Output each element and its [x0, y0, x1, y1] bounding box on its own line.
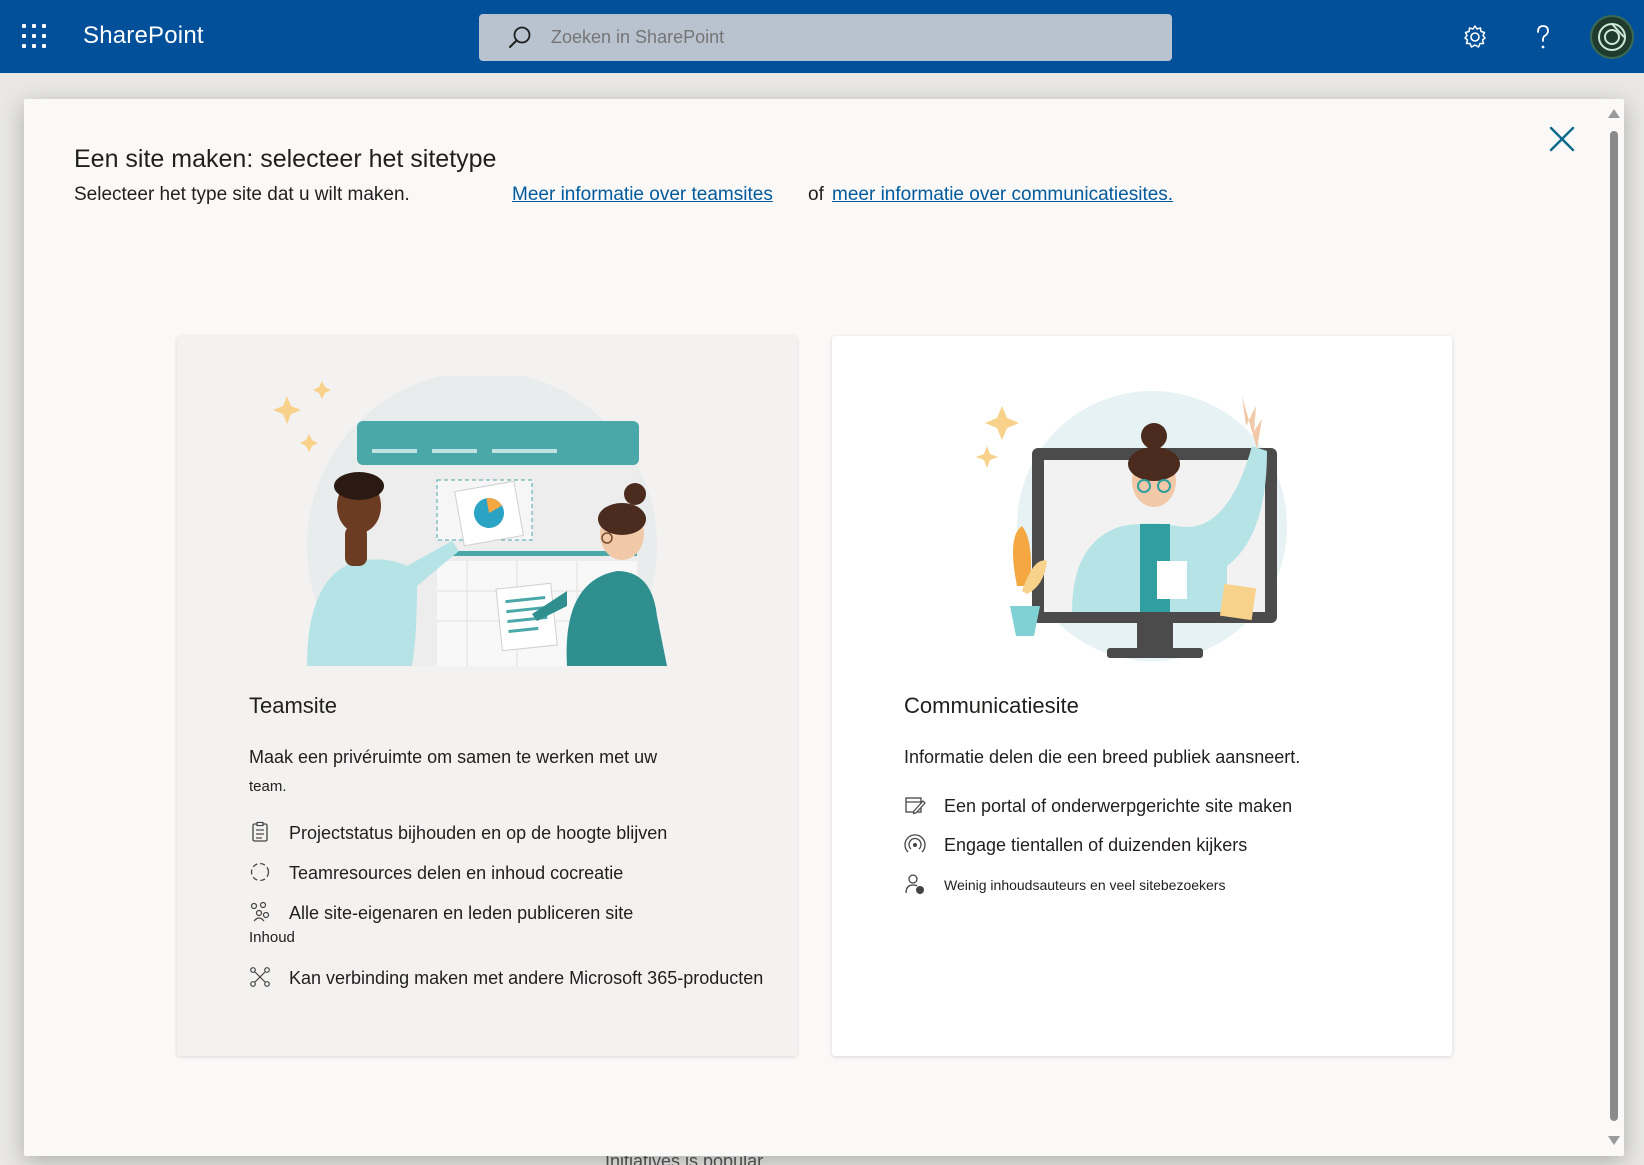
team-feature-text: Kan verbinding maken met andere Microsof…: [289, 968, 764, 988]
dialog-scrollbar[interactable]: [1607, 107, 1621, 1147]
team-site-card[interactable]: Teamsite Maak een privéruimte om samen t…: [177, 336, 797, 1056]
brand-name[interactable]: SharePoint: [83, 22, 204, 50]
avatar-logo-icon: [1598, 23, 1626, 51]
team-site-title: Teamsite: [249, 693, 338, 718]
team-site-description: Maak een privéruimte om samen te werken …: [249, 743, 709, 801]
communication-site-card[interactable]: Communicatiesite Informatie delen die ee…: [832, 336, 1452, 1056]
circular-arrows-icon: [250, 862, 270, 882]
create-site-dialog: Een site maken: selecteer het sitetype S…: [24, 99, 1624, 1156]
communication-site-title: Communicatiesite: [904, 693, 1079, 718]
team-site-desc-line1: Maak een privéruimte om samen te werken …: [249, 747, 658, 767]
edit-page-icon: [905, 797, 926, 815]
scroll-down-icon[interactable]: [1608, 1136, 1620, 1145]
comm-feature-item: Engage tientallen of duizenden kijkers: [904, 833, 1247, 857]
team-site-illustration: [273, 376, 667, 666]
comm-feature-text: Weinig inhoudsauteurs en veel sitebezoek…: [944, 877, 1226, 893]
people-group-icon: [250, 901, 270, 922]
link-separator: of: [808, 184, 824, 205]
app-launcher-icon[interactable]: [22, 24, 46, 48]
comm-feature-item: Een portal of onderwerpgerichte site mak…: [904, 794, 1292, 818]
team-feature-text: Alle site-eigenaren en leden publiceren …: [289, 903, 634, 923]
team-feature-item: Teamresources delen en inhoud cocreatie: [249, 861, 623, 885]
help-icon[interactable]: [1528, 22, 1558, 52]
team-feature-item: Projectstatus bijhouden en op de hoogte …: [249, 821, 667, 845]
team-feature-wrap-text: Inhoud: [249, 929, 295, 946]
person-view-icon: [905, 874, 924, 894]
team-site-desc-line2: team.: [249, 778, 287, 795]
close-icon[interactable]: [1546, 123, 1578, 155]
team-feature-item: Alle site-eigenaren en leden publiceren …: [249, 901, 634, 946]
communication-site-illustration: [976, 391, 1287, 661]
network-nodes-icon: [250, 967, 270, 987]
suite-bar: SharePoint: [0, 0, 1644, 73]
comm-feature-text: Engage tientallen of duizenden kijkers: [944, 835, 1248, 855]
gear-icon[interactable]: [1460, 22, 1490, 52]
team-feature-item: Kan verbinding maken met andere Microsof…: [249, 966, 763, 990]
team-sites-info-link[interactable]: Meer informatie over teamsites: [512, 184, 773, 206]
search-icon: [509, 26, 531, 48]
dialog-title: Een site maken: selecteer het sitetype: [74, 145, 497, 173]
avatar[interactable]: [1590, 15, 1634, 59]
communication-sites-info-link[interactable]: meer informatie over communicatiesites.: [832, 184, 1173, 206]
team-feature-text: Projectstatus bijhouden en op de hoogte …: [289, 823, 668, 843]
team-feature-text: Teamresources delen en inhoud cocreatie: [289, 863, 624, 883]
comm-feature-item: Weinig inhoudsauteurs en veel sitebezoek…: [904, 873, 1225, 897]
search-box[interactable]: [479, 14, 1172, 61]
dialog-subtitle: Selecteer het type site dat u wilt maken…: [74, 184, 410, 205]
comm-feature-text: Een portal of onderwerpgerichte site mak…: [944, 796, 1293, 816]
communication-site-description: Informatie delen die een breed publiek a…: [904, 747, 1301, 767]
search-input[interactable]: [551, 27, 1151, 48]
scroll-up-icon[interactable]: [1608, 109, 1620, 118]
broadcast-icon: [904, 834, 926, 853]
scroll-thumb[interactable]: [1610, 131, 1618, 1121]
clipboard-checklist-icon: [252, 821, 268, 842]
